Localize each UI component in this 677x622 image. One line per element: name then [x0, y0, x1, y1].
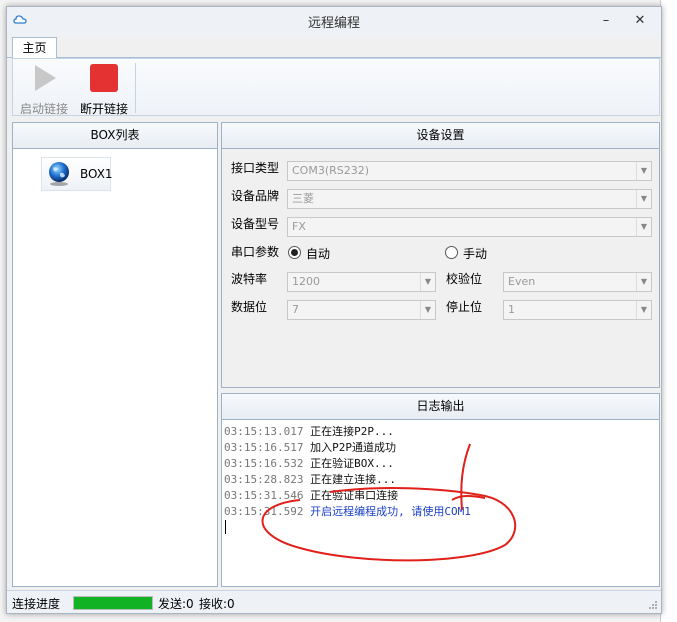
device-settings-panel: 设备设置 接口类型 COM3(RS232) ▼ 设备品牌 三菱 ▼ 设备型号 F… [221, 122, 660, 388]
background-window-edge [660, 0, 677, 622]
ribbon-toolbar: 启动链接 断开链接 [12, 58, 660, 116]
baud-rate-value: 1200 [292, 275, 320, 288]
ribbon-tab-strip: 主页 [7, 36, 661, 59]
minimize-button[interactable]: – [597, 12, 615, 30]
radio-auto[interactable] [288, 246, 301, 259]
log-output-text[interactable]: 03:15:13.017 正在连接P2P... 03:15:16.517 加入P… [222, 421, 659, 586]
device-model-label: 设备型号 [231, 217, 280, 231]
log-line: 03:15:28.823 正在建立连接... [224, 473, 396, 486]
log-line: 03:15:16.517 加入P2P通道成功 [224, 441, 396, 454]
log-line: 03:15:31.546 正在验证串口连接 [224, 489, 399, 502]
connection-progress-label: 连接进度 [12, 597, 61, 611]
close-button[interactable]: ✕ [631, 12, 649, 30]
tab-home[interactable]: 主页 [12, 37, 57, 59]
chevron-down-icon: ▼ [420, 301, 435, 319]
stop-link-label: 断开链接 [79, 102, 128, 116]
data-bits-select[interactable]: 7 ▼ [287, 300, 436, 320]
radio-auto-label: 自动 [306, 247, 331, 261]
ribbon-separator [135, 63, 136, 113]
remote-programming-window: 远程编程 – ✕ 主页 启动链接 断开链接 BOX列表 BOX1 设备设置 接口… [6, 6, 662, 614]
globe-icon [49, 162, 69, 186]
box-item-label: BOX1 [80, 167, 113, 181]
interface-type-select[interactable]: COM3(RS232) ▼ [287, 161, 652, 181]
log-output-panel: 日志输出 03:15:13.017 正在连接P2P... 03:15:16.51… [221, 393, 660, 587]
parity-value: Even [508, 275, 536, 288]
stop-bits-value: 1 [508, 303, 515, 316]
connection-progress-fill [74, 597, 152, 609]
stop-link-button[interactable]: 断开链接 [75, 61, 133, 116]
status-bar: 连接进度 发送:0 接收:0 [7, 590, 661, 613]
parity-select[interactable]: Even ▼ [503, 272, 652, 292]
device-model-value: FX [292, 220, 306, 233]
log-line: 03:15:13.017 正在连接P2P... [224, 425, 394, 438]
chevron-down-icon: ▼ [636, 273, 651, 291]
chevron-down-icon: ▼ [636, 301, 651, 319]
resize-grip-icon[interactable] [648, 600, 658, 610]
device-brand-value: 三菱 [292, 192, 314, 205]
chevron-down-icon: ▼ [636, 162, 651, 180]
sent-count: 发送:0 [158, 597, 194, 611]
start-link-button[interactable]: 启动链接 [15, 61, 73, 116]
stop-icon [90, 64, 118, 92]
data-bits-value: 7 [292, 303, 299, 316]
received-count: 接收:0 [199, 597, 235, 611]
interface-type-value: COM3(RS232) [292, 164, 370, 177]
baud-rate-select[interactable]: 1200 ▼ [287, 272, 436, 292]
device-settings-title: 设备设置 [222, 123, 659, 149]
device-brand-label: 设备品牌 [231, 189, 280, 203]
stop-bits-label: 停止位 [446, 300, 483, 314]
box-list-item[interactable]: BOX1 [41, 157, 113, 191]
log-output-title: 日志输出 [222, 394, 659, 420]
chevron-down-icon: ▼ [636, 218, 651, 236]
play-icon [35, 65, 56, 91]
data-bits-label: 数据位 [231, 300, 268, 314]
radio-manual-label: 手动 [463, 247, 488, 261]
chevron-down-icon: ▼ [636, 190, 651, 208]
stop-bits-select[interactable]: 1 ▼ [503, 300, 652, 320]
connection-progress-bar [73, 596, 153, 610]
log-line: 03:15:16.532 正在验证BOX... [224, 457, 394, 470]
baud-rate-label: 波特率 [231, 272, 268, 286]
title-bar: 远程编程 – ✕ [7, 7, 661, 36]
text-caret [225, 520, 226, 534]
device-model-select[interactable]: FX ▼ [287, 217, 652, 237]
parity-label: 校验位 [446, 272, 483, 286]
chevron-down-icon: ▼ [420, 273, 435, 291]
radio-manual[interactable] [445, 246, 458, 259]
serial-params-label: 串口参数 [231, 245, 280, 259]
box-list-title: BOX列表 [13, 123, 217, 149]
device-brand-select[interactable]: 三菱 ▼ [287, 189, 652, 209]
box-list-panel: BOX列表 BOX1 [12, 122, 218, 587]
log-line-success: 03:15:31.592 开启远程编程成功, 请使用COM1 [224, 505, 471, 518]
window-title: 远程编程 [307, 16, 360, 31]
start-link-label: 启动链接 [19, 102, 68, 116]
interface-type-label: 接口类型 [231, 161, 280, 175]
